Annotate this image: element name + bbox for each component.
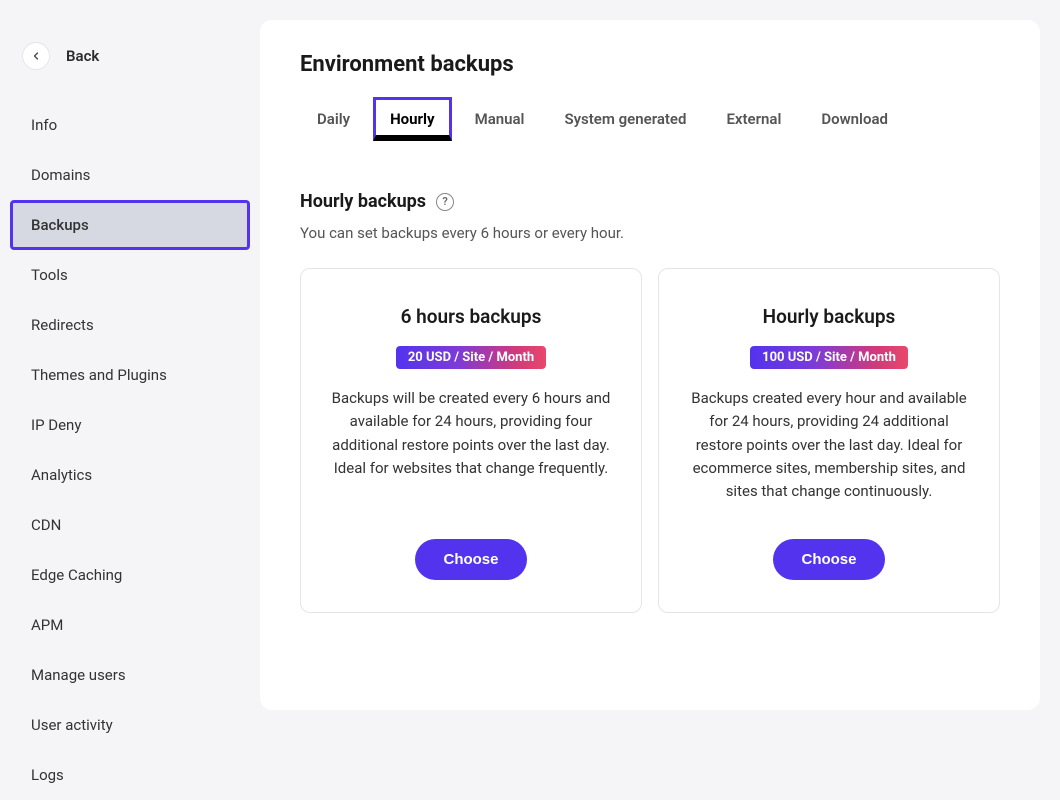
section-header: Hourly backups ? [300,191,1000,212]
plan-card: Hourly backups 100 USD / Site / Month Back… [658,268,1000,613]
help-icon[interactable]: ? [436,193,454,211]
sidebar-item-user-activity[interactable]: User activity [10,700,250,750]
sidebar-item-manage-users[interactable]: Manage users [10,650,250,700]
back-label: Back [66,47,99,65]
plan-card-description: Backups created every hour and available… [687,387,971,503]
plan-card-title: 6 hours backups [401,305,542,328]
tabs: DailyHourlyManualSystem generatedExterna… [300,97,1000,141]
price-badge: 20 USD / Site / Month [396,346,546,369]
arrow-left-icon [30,50,42,62]
choose-button[interactable]: Choose [415,539,526,580]
sidebar-item-tools[interactable]: Tools [10,250,250,300]
plan-card: 6 hours backups 20 USD / Site / Month Back… [300,268,642,613]
back-button[interactable] [22,42,50,70]
tab-download[interactable]: Download [804,97,905,141]
sidebar-item-domains[interactable]: Domains [10,150,250,200]
sidebar-item-ip-deny[interactable]: IP Deny [10,400,250,450]
tab-manual[interactable]: Manual [458,97,542,141]
plan-cards: 6 hours backups 20 USD / Site / Month Back… [300,268,1000,613]
page-title: Environment backups [300,52,1000,77]
sidebar-item-logs[interactable]: Logs [10,750,250,800]
tab-daily[interactable]: Daily [300,97,367,141]
back-row: Back [10,42,250,70]
choose-button[interactable]: Choose [773,539,884,580]
sidebar-item-analytics[interactable]: Analytics [10,450,250,500]
sidebar-item-themes-and-plugins[interactable]: Themes and Plugins [10,350,250,400]
plan-card-title: Hourly backups [763,305,896,328]
section-title: Hourly backups [300,191,426,212]
tab-external[interactable]: External [709,97,798,141]
tab-system-generated[interactable]: System generated [547,97,703,141]
sidebar-item-backups[interactable]: Backups [10,200,250,250]
sidebar-item-apm[interactable]: APM [10,600,250,650]
tab-hourly[interactable]: Hourly [373,97,451,141]
price-badge: 100 USD / Site / Month [750,346,908,369]
sidebar-nav: InfoDomainsBackupsToolsRedirectsThemes a… [10,100,250,800]
sidebar-item-edge-caching[interactable]: Edge Caching [10,550,250,600]
section-subtitle: You can set backups every 6 hours or eve… [300,224,1000,242]
main-panel: Environment backups DailyHourlyManualSys… [260,20,1040,710]
plan-card-description: Backups will be created every 6 hours an… [329,387,613,480]
sidebar-item-info[interactable]: Info [10,100,250,150]
sidebar: Back InfoDomainsBackupsToolsRedirectsThe… [0,0,260,710]
sidebar-item-cdn[interactable]: CDN [10,500,250,550]
sidebar-item-redirects[interactable]: Redirects [10,300,250,350]
